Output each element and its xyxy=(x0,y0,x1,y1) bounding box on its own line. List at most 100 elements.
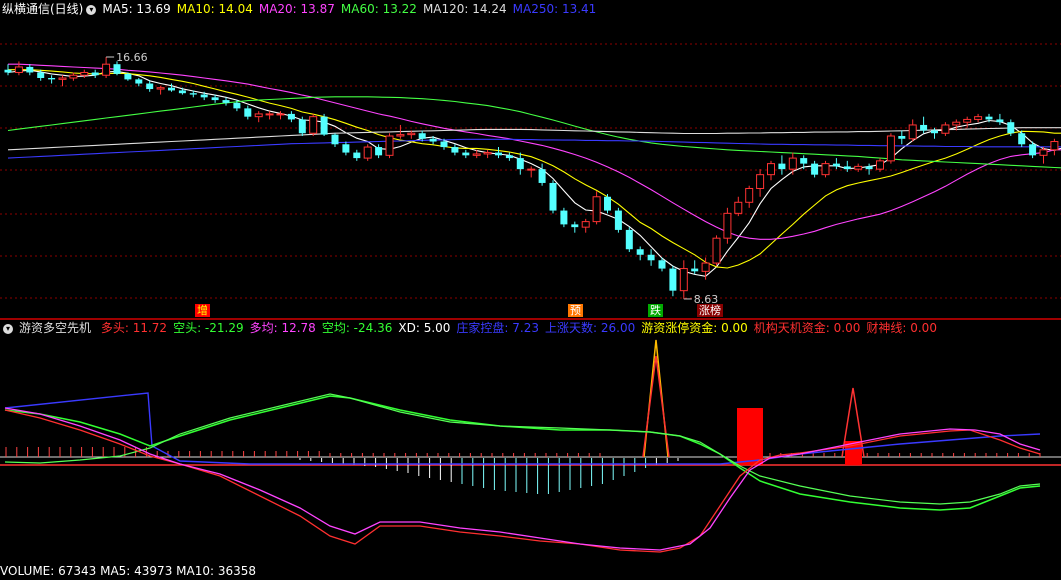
candle[interactable] xyxy=(778,155,786,175)
candle[interactable] xyxy=(636,246,644,261)
candle[interactable] xyxy=(832,158,840,170)
candle[interactable] xyxy=(320,113,328,136)
candle[interactable] xyxy=(353,149,361,161)
capital-block[interactable] xyxy=(737,408,763,465)
candle[interactable] xyxy=(26,64,34,76)
candle[interactable] xyxy=(287,111,295,123)
indicator-legend-item-1: 空头: -21.29 xyxy=(173,321,244,335)
dealer-control-line xyxy=(4,392,1041,465)
candle[interactable] xyxy=(843,160,851,172)
signal-marker-3[interactable]: 涨榜 xyxy=(697,304,723,317)
indicator-toggle-icon[interactable]: ▾ xyxy=(3,323,13,334)
candle[interactable] xyxy=(963,116,972,128)
candle[interactable] xyxy=(48,75,56,84)
candle[interactable] xyxy=(898,130,906,145)
bear-average-line xyxy=(4,393,1041,505)
candle[interactable] xyxy=(614,207,622,233)
candle[interactable] xyxy=(604,194,611,214)
candle[interactable] xyxy=(560,207,568,228)
indicator-legend-item-5: 庄家控盘: 7.23 xyxy=(456,321,539,335)
indicator-chart[interactable] xyxy=(0,336,1061,561)
candle[interactable] xyxy=(886,133,895,164)
candle[interactable] xyxy=(505,152,513,161)
candle[interactable] xyxy=(375,144,383,159)
candle[interactable] xyxy=(483,149,492,159)
candle[interactable] xyxy=(538,163,546,186)
candle[interactable] xyxy=(854,163,863,172)
candle[interactable] xyxy=(244,105,252,120)
candle[interactable] xyxy=(549,180,557,214)
candle[interactable] xyxy=(734,196,743,217)
candle[interactable] xyxy=(91,69,99,78)
candle[interactable] xyxy=(691,260,699,275)
price-chart[interactable]: 16.668.63 xyxy=(0,0,1061,318)
candle[interactable] xyxy=(723,207,732,244)
candle[interactable] xyxy=(745,185,754,208)
candle[interactable] xyxy=(298,116,306,136)
candle[interactable] xyxy=(265,111,274,120)
candle[interactable] xyxy=(669,265,677,297)
candle[interactable] xyxy=(527,166,536,178)
candle[interactable] xyxy=(811,160,819,178)
indicator-legend-item-2: 多均: 12.78 xyxy=(249,321,316,335)
candle[interactable] xyxy=(146,80,154,92)
candle[interactable] xyxy=(516,152,524,175)
candle[interactable] xyxy=(756,169,765,197)
candle[interactable] xyxy=(996,113,1004,125)
candle[interactable] xyxy=(342,141,350,156)
candle[interactable] xyxy=(451,144,459,156)
candle[interactable] xyxy=(712,235,721,266)
candle[interactable] xyxy=(647,249,655,266)
signal-marker-1[interactable]: 预 xyxy=(568,304,583,317)
candle[interactable] xyxy=(1050,138,1059,156)
indicator-legend-item-4: XD: 5.00 xyxy=(398,321,451,335)
candle[interactable] xyxy=(4,64,12,76)
candle[interactable] xyxy=(156,86,165,95)
ma-line-ma5 xyxy=(7,69,1061,277)
candle[interactable] xyxy=(592,191,601,225)
candle[interactable] xyxy=(1039,147,1048,164)
candle[interactable] xyxy=(385,133,394,159)
candle[interactable] xyxy=(222,97,230,106)
hot-money-spike xyxy=(642,355,670,458)
indicator-legend-item-0: 多头: 11.72 xyxy=(100,321,168,335)
candle[interactable] xyxy=(495,147,502,159)
candle[interactable] xyxy=(767,160,775,181)
candle[interactable] xyxy=(462,149,470,159)
candle[interactable] xyxy=(876,158,884,172)
candle[interactable] xyxy=(679,260,688,299)
ma-line-ma60 xyxy=(7,96,1061,169)
high-price-label: 16.66 xyxy=(116,51,148,64)
candle[interactable] xyxy=(363,144,372,161)
candle[interactable] xyxy=(581,218,590,233)
indicator-title[interactable]: 游资多空先机 xyxy=(19,321,91,335)
candle[interactable] xyxy=(331,133,339,148)
candle[interactable] xyxy=(788,152,797,175)
candle[interactable] xyxy=(865,163,873,175)
bull-average-line xyxy=(4,407,1041,551)
candle[interactable] xyxy=(974,113,983,123)
signal-marker-0[interactable]: 增 xyxy=(195,304,210,317)
candle[interactable] xyxy=(941,122,950,136)
candle[interactable] xyxy=(908,119,917,142)
candle[interactable] xyxy=(102,57,111,78)
indicator-legend-item-7: 游资涨停资金: 0.00 xyxy=(641,321,748,335)
candle[interactable] xyxy=(69,72,78,81)
bull-line xyxy=(4,409,1041,553)
candle[interactable] xyxy=(135,78,143,87)
indicator-legend: ▾ 游资多空先机 多头: 11.72 空头: -21.29 多均: 12.78 空均: … xyxy=(0,319,949,337)
candle[interactable] xyxy=(309,113,318,136)
candle[interactable] xyxy=(58,75,67,87)
candle[interactable] xyxy=(1018,130,1026,148)
candle[interactable] xyxy=(821,160,830,178)
indicator-legend-item-6: 上涨天数: 26.00 xyxy=(545,321,636,335)
candle[interactable] xyxy=(625,227,633,252)
candle[interactable] xyxy=(254,111,263,123)
indicator-legend-item-8: 机构天机资金: 0.00 xyxy=(753,321,861,335)
candle[interactable] xyxy=(571,221,579,233)
candle[interactable] xyxy=(14,61,23,76)
indicator-legend-item-9: 财神线: 0.00 xyxy=(866,321,937,335)
signal-marker-2[interactable]: 跌 xyxy=(648,304,663,317)
indicator-legend-item-3: 空均: -24.36 xyxy=(321,321,393,335)
candle[interactable] xyxy=(178,87,186,95)
